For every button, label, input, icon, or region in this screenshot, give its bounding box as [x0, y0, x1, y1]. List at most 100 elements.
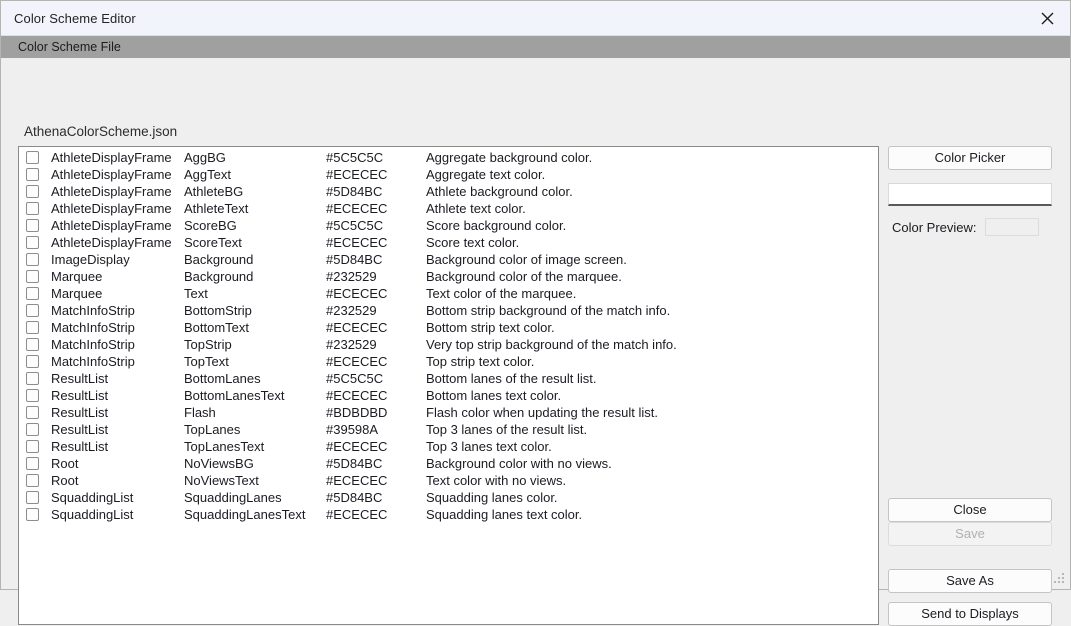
- cell-description: Text color of the marquee.: [426, 286, 878, 301]
- close-icon[interactable]: [1024, 1, 1070, 35]
- color-value-input[interactable]: [888, 183, 1052, 206]
- current-file-name: AthenaColorScheme.json: [24, 124, 177, 139]
- cell-key: SquaddingLanesText: [184, 507, 326, 522]
- table-row[interactable]: AthleteDisplayFrameAggBG#5C5C5CAggregate…: [19, 149, 878, 166]
- row-checkbox[interactable]: [26, 423, 39, 436]
- table-row[interactable]: ResultListTopLanes#39598ATop 3 lanes of …: [19, 421, 878, 438]
- table-row[interactable]: RootNoViewsText#ECECECText color with no…: [19, 472, 878, 489]
- cell-component: Root: [39, 473, 184, 488]
- cell-description: Background color of image screen.: [426, 252, 878, 267]
- cell-hex: #ECECEC: [326, 507, 426, 522]
- row-checkbox[interactable]: [26, 355, 39, 368]
- row-checkbox[interactable]: [26, 270, 39, 283]
- cell-key: TopText: [184, 354, 326, 369]
- cell-key: Background: [184, 252, 326, 267]
- row-checkbox[interactable]: [26, 457, 39, 470]
- table-row[interactable]: MatchInfoStripBottomStrip#232529Bottom s…: [19, 302, 878, 319]
- row-checkbox[interactable]: [26, 151, 39, 164]
- table-row[interactable]: ImageDisplayBackground#5D84BCBackground …: [19, 251, 878, 268]
- send-to-displays-button[interactable]: Send to Displays: [888, 602, 1052, 626]
- cell-component: SquaddingList: [39, 490, 184, 505]
- title-bar: Color Scheme Editor: [1, 1, 1070, 36]
- row-checkbox[interactable]: [26, 287, 39, 300]
- cell-key: BottomLanesText: [184, 388, 326, 403]
- row-checkbox[interactable]: [26, 202, 39, 215]
- cell-key: TopStrip: [184, 337, 326, 352]
- cell-component: AthleteDisplayFrame: [39, 150, 184, 165]
- color-picker-button[interactable]: Color Picker: [888, 146, 1052, 170]
- row-checkbox[interactable]: [26, 321, 39, 334]
- cell-key: ScoreText: [184, 235, 326, 250]
- cell-description: Top strip text color.: [426, 354, 878, 369]
- row-checkbox[interactable]: [26, 219, 39, 232]
- row-checkbox[interactable]: [26, 508, 39, 521]
- table-row[interactable]: AthleteDisplayFrameAthleteBG#5D84BCAthle…: [19, 183, 878, 200]
- table-row[interactable]: AthleteDisplayFrameScoreText#ECECECScore…: [19, 234, 878, 251]
- row-checkbox[interactable]: [26, 168, 39, 181]
- cell-key: AggText: [184, 167, 326, 182]
- color-preview-row: Color Preview:: [892, 218, 1056, 236]
- cell-hex: #5C5C5C: [326, 218, 426, 233]
- cell-hex: #ECECEC: [326, 388, 426, 403]
- table-row[interactable]: AthleteDisplayFrameScoreBG#5C5C5CScore b…: [19, 217, 878, 234]
- row-checkbox[interactable]: [26, 406, 39, 419]
- table-row[interactable]: MatchInfoStripTopText#ECECECTop strip te…: [19, 353, 878, 370]
- cell-component: MatchInfoStrip: [39, 337, 184, 352]
- cell-key: NoViewsText: [184, 473, 326, 488]
- row-checkbox[interactable]: [26, 253, 39, 266]
- table-row[interactable]: SquaddingListSquaddingLanesText#ECECECSq…: [19, 506, 878, 523]
- cell-description: Score text color.: [426, 235, 878, 250]
- cell-description: Bottom strip text color.: [426, 320, 878, 335]
- resize-grip[interactable]: [1054, 573, 1066, 585]
- row-checkbox[interactable]: [26, 474, 39, 487]
- cell-key: AthleteBG: [184, 184, 326, 199]
- row-checkbox[interactable]: [26, 491, 39, 504]
- cell-key: TopLanes: [184, 422, 326, 437]
- cell-component: AthleteDisplayFrame: [39, 167, 184, 182]
- menu-item-color-scheme-file[interactable]: Color Scheme File: [1, 36, 131, 58]
- cell-component: ImageDisplay: [39, 252, 184, 267]
- table-row[interactable]: AthleteDisplayFrameAthleteText#ECECECAth…: [19, 200, 878, 217]
- color-entry-list[interactable]: AthleteDisplayFrameAggBG#5C5C5CAggregate…: [18, 146, 879, 625]
- cell-hex: #39598A: [326, 422, 426, 437]
- cell-component: MatchInfoStrip: [39, 354, 184, 369]
- cell-description: Score background color.: [426, 218, 878, 233]
- table-row[interactable]: RootNoViewsBG#5D84BCBackground color wit…: [19, 455, 878, 472]
- close-button[interactable]: Close: [888, 498, 1052, 522]
- side-panel: Color Picker Color Preview: Close Save S…: [888, 146, 1052, 170]
- row-checkbox[interactable]: [26, 236, 39, 249]
- cell-hex: #ECECEC: [326, 439, 426, 454]
- row-checkbox[interactable]: [26, 440, 39, 453]
- row-checkbox[interactable]: [26, 372, 39, 385]
- row-checkbox[interactable]: [26, 389, 39, 402]
- cell-component: SquaddingList: [39, 507, 184, 522]
- table-row[interactable]: ResultListBottomLanesText#ECECECBottom l…: [19, 387, 878, 404]
- cell-description: Background color with no views.: [426, 456, 878, 471]
- table-row[interactable]: MarqueeText#ECECECText color of the marq…: [19, 285, 878, 302]
- row-checkbox[interactable]: [26, 185, 39, 198]
- table-row[interactable]: MarqueeBackground#232529Background color…: [19, 268, 878, 285]
- cell-description: Flash color when updating the result lis…: [426, 405, 878, 420]
- row-checkbox[interactable]: [26, 338, 39, 351]
- table-row[interactable]: ResultListBottomLanes#5C5C5CBottom lanes…: [19, 370, 878, 387]
- table-row[interactable]: AthleteDisplayFrameAggText#ECECECAggrega…: [19, 166, 878, 183]
- cell-hex: #ECECEC: [326, 235, 426, 250]
- table-row[interactable]: ResultListTopLanesText#ECECECTop 3 lanes…: [19, 438, 878, 455]
- row-checkbox[interactable]: [26, 304, 39, 317]
- cell-hex: #232529: [326, 303, 426, 318]
- window-title: Color Scheme Editor: [1, 11, 136, 26]
- cell-description: Squadding lanes text color.: [426, 507, 878, 522]
- cell-description: Background color of the marquee.: [426, 269, 878, 284]
- cell-component: ResultList: [39, 422, 184, 437]
- cell-hex: #ECECEC: [326, 320, 426, 335]
- cell-hex: #ECECEC: [326, 473, 426, 488]
- cell-description: Athlete text color.: [426, 201, 878, 216]
- table-row[interactable]: SquaddingListSquaddingLanes#5D84BCSquadd…: [19, 489, 878, 506]
- cell-component: Root: [39, 456, 184, 471]
- cell-hex: #5C5C5C: [326, 150, 426, 165]
- save-as-button[interactable]: Save As: [888, 569, 1052, 593]
- table-row[interactable]: MatchInfoStripTopStrip#232529Very top st…: [19, 336, 878, 353]
- table-row[interactable]: ResultListFlash#BDBDBDFlash color when u…: [19, 404, 878, 421]
- table-row[interactable]: MatchInfoStripBottomText#ECECECBottom st…: [19, 319, 878, 336]
- cell-description: Squadding lanes color.: [426, 490, 878, 505]
